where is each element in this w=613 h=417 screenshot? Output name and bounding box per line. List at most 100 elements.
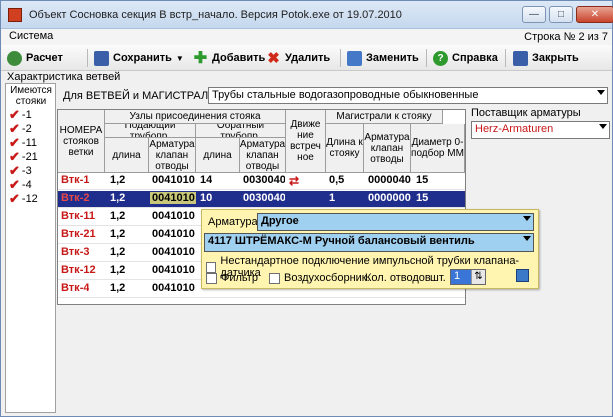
add-label: Добавить [212, 52, 266, 64]
title-bar: Объект Сосновка секция В встр_начало. Ве… [1, 1, 613, 29]
main-fitting-cell: 0000040 [368, 174, 411, 186]
col-group-return: Обратный трубопр. [196, 124, 286, 138]
pipe-type-select[interactable]: Трубы стальные водогазопроводные обыкнов… [208, 87, 608, 104]
help-icon: ? [433, 50, 448, 66]
close-label: Закрыть [532, 52, 579, 64]
window-title: Объект Сосновка секция В встр_начало. Ве… [29, 9, 402, 21]
supply-fitting-cell: 0041010 [152, 246, 195, 258]
chevron-down-icon [597, 90, 605, 95]
supplier-value: Herz-Armaturen [475, 123, 554, 135]
minimize-button[interactable]: — [522, 6, 546, 23]
col-group-connection: Узлы присоединения стояка [105, 110, 286, 124]
supply-length-cell: 1,2 [110, 282, 126, 294]
supply-fitting-cell-active[interactable]: 0041010 [150, 192, 196, 204]
diameter-cell: 15 [416, 174, 429, 186]
outlet-count-stepper[interactable]: 1 ⇅ [450, 269, 486, 285]
toolbar: Расчет Сохранить ▼ ✚ Добавить ✖ Удалить … [1, 45, 612, 71]
col-return-fitting: Арматура клапан отводы [240, 138, 286, 173]
exit-icon [513, 50, 528, 66]
supply-length-cell: 1,2 [110, 192, 126, 204]
toolbar-separator [426, 49, 427, 67]
supply-length-cell: 1,2 [110, 264, 126, 276]
supplier-select[interactable]: Herz-Armaturen [471, 121, 610, 139]
supply-fitting-cell: 0041010 [152, 210, 195, 222]
riser-cell: Втк-2 [61, 192, 90, 204]
return-fitting-cell: 0030040 [243, 174, 285, 186]
col-main-length: Длина к стояку [326, 124, 364, 173]
fitting-type-select[interactable]: Другое [257, 213, 534, 231]
swap-arrows-icon[interactable]: ⇄ [289, 175, 303, 187]
toolbar-separator [505, 49, 506, 67]
air-vent-checkbox[interactable]: Воздухосборник. [269, 272, 370, 284]
riser-check-label: -2 [21, 123, 32, 135]
riser-cell: Втк-1 [61, 174, 90, 186]
close-button[interactable]: Закрыть [513, 48, 579, 68]
menu-bar: Система Строка № 2 из 7 [1, 29, 612, 45]
confirm-icon[interactable] [516, 269, 529, 282]
outlet-count-value: 1 [451, 270, 471, 284]
supply-length-cell: 1,2 [110, 246, 126, 258]
save-label: Сохранить [113, 52, 172, 64]
plus-icon: ✚ [193, 49, 208, 67]
chevron-down-icon: ▼ [175, 53, 184, 63]
replace-button[interactable]: Заменить [347, 48, 419, 68]
riser-check-label: -21 [21, 151, 38, 163]
save-button[interactable]: Сохранить ▼ [94, 48, 184, 68]
filter-label: Фильтр [221, 272, 258, 284]
delete-button[interactable]: ✖ Удалить [266, 48, 330, 68]
table-row-selected[interactable]: Втк-2 1,2 0041010 10 0030040 1 0000000 1… [58, 191, 465, 208]
fitting-editor-popup: Арматура Другое 4117 ШТРЁМАКС-М Ручной б… [201, 209, 539, 289]
floppy-icon [94, 50, 109, 66]
outlet-unit-label: шт. [430, 272, 446, 284]
checkmark-icon: ✔ [9, 191, 20, 206]
app-window: Объект Сосновка секция В встр_начало. Ве… [0, 0, 613, 417]
supply-fitting-cell: 0041010 [152, 264, 195, 276]
chevron-down-icon [599, 124, 607, 129]
menu-system[interactable]: Система [6, 30, 56, 42]
delete-icon: ✖ [267, 49, 280, 67]
riser-cell: Втк-21 [61, 228, 96, 240]
table-row[interactable]: Втк-1 1,2 0041010 14 0030040 ⇄ 0,5 00000… [58, 173, 465, 190]
toolbar-separator [87, 49, 88, 67]
col-main-fitting: Арматура клапан отводы [364, 124, 411, 173]
supply-length-cell: 1,2 [110, 210, 126, 222]
checkbox-box [269, 272, 280, 284]
add-button[interactable]: ✚ Добавить [193, 48, 265, 68]
filter-checkbox[interactable]: Фильтр [206, 272, 258, 284]
chevron-down-icon [523, 236, 531, 241]
fitting-item-select[interactable]: 4117 ШТРЁМАКС-М Ручной балансовый вентил… [204, 233, 534, 252]
supplier-label: Поставщик арматуры [471, 107, 581, 119]
calc-button[interactable]: Расчет [7, 48, 63, 68]
close-window-button[interactable]: ✕ [576, 6, 613, 23]
diameter-cell: 15 [416, 192, 429, 204]
section-title: Характристика ветвей [7, 71, 121, 83]
col-supply-fitting: Арматура клапан отводы [149, 138, 196, 173]
riser-cell: Втк-3 [61, 246, 90, 258]
toolbar-separator [340, 49, 341, 67]
help-label: Справка [452, 52, 498, 64]
return-fitting-cell: 0030040 [243, 192, 285, 204]
supply-fitting-cell: 0041010 [152, 282, 195, 294]
riser-check-label: -12 [21, 193, 38, 205]
return-length-cell: 10 [200, 192, 213, 204]
replace-icon [347, 50, 362, 66]
fitting-item-value: 4117 ШТРЁМАКС-М Ручной балансовый вентил… [208, 235, 475, 247]
supply-fitting-cell: 0041010 [152, 228, 195, 240]
riser-cell: Втк-11 [61, 210, 95, 222]
riser-check-item[interactable]: ✔ -12 [9, 191, 38, 207]
stepper-arrows-icon[interactable]: ⇅ [471, 270, 485, 284]
maximize-button[interactable]: □ [549, 6, 573, 23]
main-fitting-cell: 0000000 [368, 192, 411, 204]
col-diameter: Диаметр 0-подбор ММ [411, 124, 465, 173]
outlet-count-label: Кол. отводов [365, 272, 431, 284]
delete-label: Удалить [285, 52, 331, 64]
main-length-cell: 0,5 [329, 174, 345, 186]
row-counter: Строка № 2 из 7 [524, 31, 608, 43]
calc-icon [7, 50, 22, 66]
col-group-mains: Магистрали к стояку [326, 110, 443, 124]
riser-check-label: -4 [21, 179, 32, 191]
main-length-cell: 1 [329, 192, 336, 204]
app-icon [8, 8, 22, 22]
help-button[interactable]: ? Справка [433, 48, 498, 68]
riser-check-label: -1 [21, 109, 32, 121]
